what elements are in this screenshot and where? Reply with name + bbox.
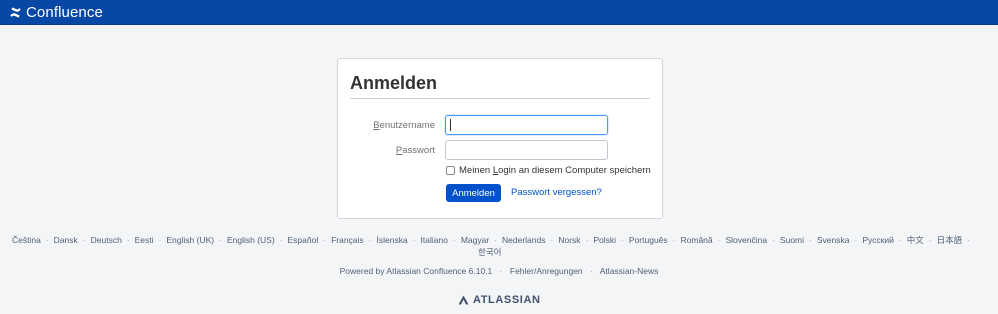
confluence-logo-link[interactable]: Confluence — [9, 4, 103, 21]
language-link[interactable]: Eesti — [135, 235, 154, 245]
separator-dot: · — [717, 235, 721, 245]
password-input[interactable] — [445, 140, 608, 160]
language-link[interactable]: Nederlands — [502, 235, 545, 245]
atlassian-logo: ATLASSIAN — [458, 294, 541, 306]
separator-dot: · — [45, 235, 49, 245]
separator-dot: · — [158, 235, 162, 245]
separator-dot: · — [928, 235, 932, 245]
feedback-link[interactable]: Fehler/Anregungen — [510, 266, 583, 276]
separator-dot: · — [82, 235, 86, 245]
forgot-password-link[interactable]: Passwort vergessen? — [511, 187, 602, 198]
remember-login-checkbox[interactable] — [446, 166, 455, 175]
separator-dot: · — [412, 235, 416, 245]
footer-links: Powered by Atlassian Confluence 6.10.1 ·… — [0, 266, 998, 276]
text-caret — [450, 119, 451, 131]
language-link[interactable]: Magyar — [461, 235, 489, 245]
language-link[interactable]: Italiano — [421, 235, 448, 245]
atlassian-logo-icon — [458, 295, 469, 305]
language-link[interactable]: Polski — [593, 235, 616, 245]
remember-login-label: Meinen Login an diesem Computer speicher… — [459, 165, 651, 176]
separator-dot: · — [452, 235, 456, 245]
language-link[interactable]: Русский — [862, 235, 894, 245]
separator-dot: · — [323, 235, 327, 245]
separator-dot: · — [499, 266, 503, 276]
separator-dot: · — [772, 235, 775, 245]
separator-dot: · — [126, 235, 130, 245]
language-link[interactable]: 中文 — [907, 235, 924, 245]
username-label: Benutzername — [373, 120, 435, 131]
login-title: Anmelden — [350, 73, 438, 93]
language-link[interactable]: Dansk — [54, 235, 78, 245]
language-list: Čeština · Dansk · Deutsch · Eesti · English (UK)… — [12, 234, 990, 258]
separator-dot: · — [621, 235, 624, 245]
language-link[interactable]: Suomi — [780, 235, 804, 245]
separator-dot: · — [590, 266, 593, 276]
separator-dot: · — [898, 235, 902, 245]
atlassian-wordmark: ATLASSIAN — [473, 294, 541, 306]
language-link[interactable]: Español — [288, 235, 319, 245]
title-divider — [350, 98, 650, 99]
language-link[interactable]: Deutsch — [91, 235, 122, 245]
separator-dot: · — [279, 235, 283, 245]
separator-dot: · — [494, 235, 497, 245]
remember-login-option[interactable]: Meinen Login an diesem Computer speicher… — [446, 165, 651, 176]
atlassian-news-link[interactable]: Atlassian-News — [600, 266, 659, 276]
language-link[interactable]: 日本語 — [937, 235, 963, 245]
language-link[interactable]: Slovenčina — [725, 235, 767, 245]
separator-dot: · — [585, 235, 589, 245]
language-link[interactable]: Íslenska — [377, 235, 408, 245]
username-input[interactable] — [445, 115, 608, 135]
separator-dot: · — [672, 235, 676, 245]
separator-dot: · — [967, 235, 970, 245]
separator-dot: · — [854, 235, 858, 245]
language-link[interactable]: Français — [331, 235, 364, 245]
language-link[interactable]: Norsk — [558, 235, 580, 245]
separator-dot: · — [809, 235, 812, 245]
language-link[interactable]: 한국어 — [478, 247, 501, 257]
language-link[interactable]: Português — [629, 235, 668, 245]
language-link[interactable]: English (UK) — [166, 235, 214, 245]
language-link[interactable]: Svenska — [817, 235, 850, 245]
brand-name: Confluence — [26, 3, 103, 21]
password-label: Passwort — [395, 145, 435, 156]
language-link[interactable]: Čeština — [12, 235, 41, 245]
top-navigation-bar: Confluence — [0, 0, 998, 25]
separator-dot: · — [219, 235, 222, 245]
login-panel: Anmelden Benutzername Passwort Meinen Lo… — [337, 58, 663, 219]
powered-by-text: Powered by Atlassian Confluence 6.10.1 — [339, 266, 493, 276]
language-link[interactable]: Română — [681, 235, 713, 245]
confluence-logo-icon — [10, 6, 21, 18]
separator-dot: · — [368, 235, 372, 245]
language-link[interactable]: English (US) — [227, 235, 275, 245]
login-button[interactable]: Anmelden — [446, 184, 501, 202]
separator-dot: · — [550, 235, 554, 245]
